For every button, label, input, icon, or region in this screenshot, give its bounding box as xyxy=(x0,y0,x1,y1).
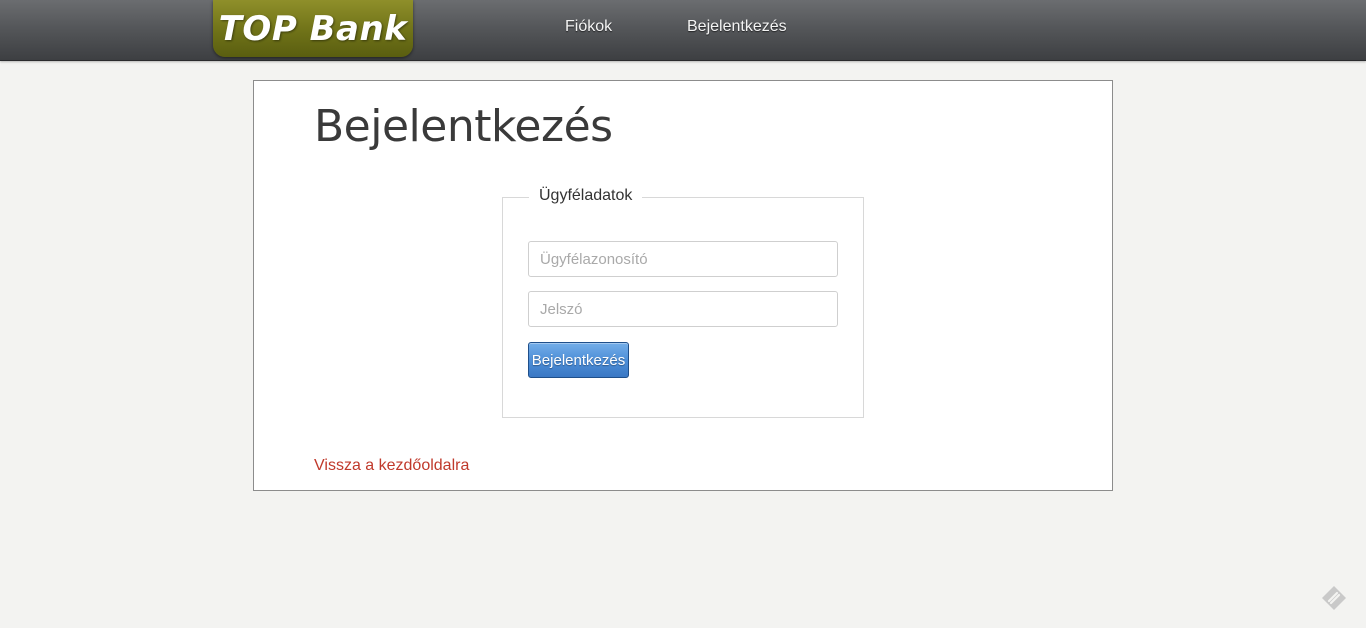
top-navigation-bar: TOP Bank Fiókok Bejelentkezés xyxy=(0,0,1366,61)
page-title: Bejelentkezés xyxy=(314,101,613,152)
nav-link-accounts[interactable]: Fiókok xyxy=(565,18,612,40)
nav-link-login[interactable]: Bejelentkezés xyxy=(687,18,787,40)
login-submit-button[interactable]: Bejelentkezés xyxy=(528,342,629,378)
login-panel: Bejelentkezés Ügyféladatok Bejelentkezés… xyxy=(253,80,1113,491)
back-to-home-link[interactable]: Vissza a kezdőoldalra xyxy=(314,457,469,475)
top-bank-logo[interactable]: TOP Bank xyxy=(213,0,413,57)
password-input[interactable] xyxy=(528,291,838,327)
fieldset-legend: Ügyféladatok xyxy=(529,187,643,205)
customer-data-fieldset: Ügyféladatok Bejelentkezés xyxy=(502,187,864,418)
logo-text: TOP Bank xyxy=(218,8,408,49)
feedback-icon[interactable] xyxy=(1320,584,1348,612)
customer-id-input[interactable] xyxy=(528,241,838,277)
